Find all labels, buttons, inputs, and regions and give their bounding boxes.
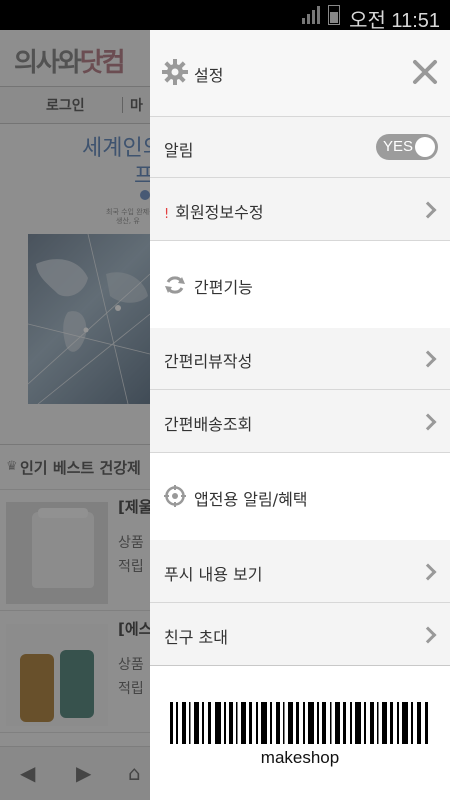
chevron-right-icon [419,413,437,431]
refresh-icon [165,276,185,294]
battery-icon [328,5,340,25]
chevron-right-icon [419,350,437,368]
chevron-right-icon [419,626,437,644]
notification-label: 알림 [164,141,194,160]
drawer-overlay[interactable] [0,30,150,800]
quick-review-label: 간편리뷰작성 [164,352,253,371]
status-bar: 오전 11:51 [0,0,450,32]
delivery-tracking-label: 간편배송조회 [164,415,253,434]
close-icon[interactable] [412,59,438,85]
member-edit-row[interactable]: ! 회원정보수정 [150,178,450,241]
invite-friend-label: 친구 초대 [164,628,228,647]
section-app-benefits: 앱전용 알림/혜택 [150,453,450,540]
push-content-label: 푸시 내용 보기 [164,565,263,584]
section-quick-functions: 간편기능 [150,241,450,328]
crosshair-icon [164,485,186,507]
status-time: 오전 11:51 [349,10,440,32]
barcode-label: makeshop [260,748,340,767]
settings-drawer: 설정 알림 YES ! 회원정보수정 간편기능 간편리뷰작성 간편배송조회 앱전… [150,30,450,800]
section-app-label: 앱전용 알림/혜택 [194,490,308,509]
signal-icon [302,6,320,24]
chevron-right-icon [419,563,437,581]
quick-review-row[interactable]: 간편리뷰작성 [150,328,450,390]
barcode-image [170,702,428,744]
invite-friend-row[interactable]: 친구 초대 [150,603,450,666]
section-quick-label: 간편기능 [194,278,253,297]
drawer-title: 설정 [194,66,224,85]
chevron-right-icon [419,201,437,219]
member-edit-label: 회원정보수정 [175,203,264,222]
alert-icon: ! [164,207,170,222]
delivery-tracking-row[interactable]: 간편배송조회 [150,390,450,453]
notification-toggle[interactable]: YES [376,134,438,160]
notification-row: 알림 YES [150,117,450,178]
push-content-row[interactable]: 푸시 내용 보기 [150,540,450,603]
drawer-header: 설정 [150,30,450,117]
gear-icon [162,59,188,85]
